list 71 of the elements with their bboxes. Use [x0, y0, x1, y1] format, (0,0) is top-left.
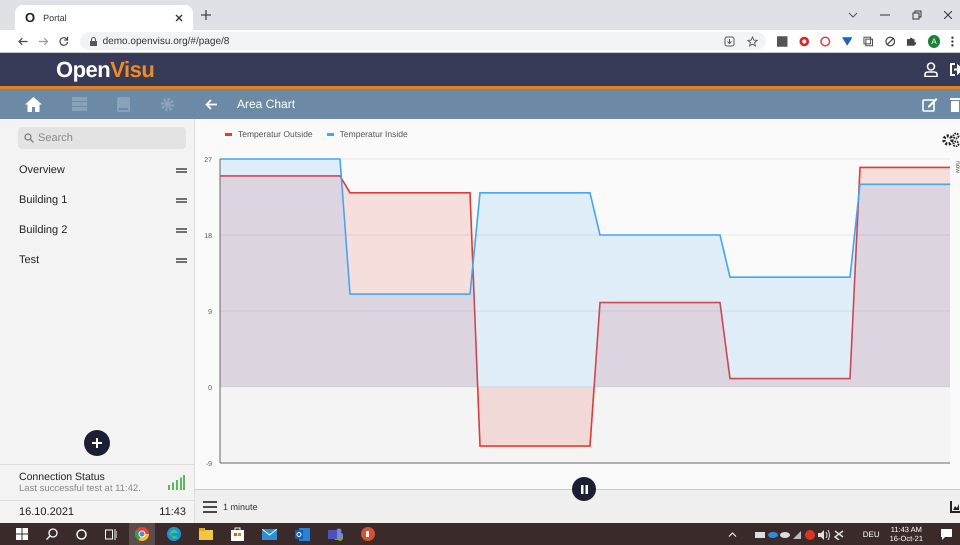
folder-icon[interactable] — [199, 528, 213, 540]
legend-item[interactable]: Temperatur Outside — [225, 129, 313, 139]
sidebar-item[interactable]: Test — [0, 245, 194, 275]
trash-icon[interactable] — [950, 96, 960, 112]
chevron-up-icon[interactable] — [728, 532, 737, 536]
add-button[interactable] — [84, 430, 110, 456]
menu-icon[interactable] — [203, 500, 217, 512]
minimize-icon[interactable] — [880, 14, 890, 16]
page-title: Area Chart — [237, 97, 296, 111]
keyboard-language[interactable]: DEU — [862, 530, 880, 538]
profile-avatar[interactable]: A — [928, 34, 940, 48]
extension-icon[interactable] — [820, 36, 831, 46]
tab-title: Portal — [43, 12, 68, 22]
address-bar[interactable]: demo.openvisu.org/#/page/8 — [80, 32, 766, 50]
drag-handle-icon[interactable] — [176, 198, 187, 202]
extension-icon[interactable] — [863, 36, 874, 46]
browser-app-icon[interactable] — [135, 527, 149, 541]
more-icon[interactable] — [951, 36, 954, 46]
notification-icon[interactable] — [941, 528, 952, 540]
new-tab-icon[interactable] — [201, 10, 211, 20]
browser-tab[interactable]: O Portal — [15, 5, 193, 30]
app-logo: OpenVisu — [56, 56, 154, 82]
connection-status-title: Connection Status — [19, 471, 106, 483]
pause-button[interactable] — [572, 477, 596, 501]
url-text: demo.openvisu.org/#/page/8 — [102, 36, 230, 46]
chevron-down-icon[interactable] — [848, 12, 858, 18]
back-icon[interactable] — [18, 36, 28, 46]
windows-icon[interactable] — [16, 528, 28, 540]
task-view-icon[interactable] — [105, 528, 117, 540]
pause-icon — [580, 484, 588, 494]
home-icon[interactable] — [25, 96, 42, 112]
drag-handle-icon[interactable] — [176, 258, 187, 262]
sidebar-item[interactable]: Overview — [0, 155, 194, 185]
mail-icon[interactable] — [262, 528, 277, 540]
plus-icon — [92, 438, 102, 448]
extension-icon[interactable] — [884, 36, 896, 46]
lock-icon — [90, 36, 97, 46]
store-icon[interactable] — [231, 527, 244, 541]
logout-icon[interactable] — [950, 63, 960, 76]
reload-icon[interactable] — [59, 36, 69, 46]
close-icon[interactable] — [175, 14, 183, 22]
interval-label: 1 minute — [223, 502, 258, 512]
drag-handle-icon[interactable] — [176, 168, 187, 172]
user-icon[interactable] — [924, 62, 938, 77]
legend-item[interactable]: Temperatur Inside — [326, 129, 408, 139]
search-icon — [24, 133, 34, 143]
sidebar-item[interactable]: Building 2 — [0, 215, 194, 245]
star-icon[interactable] — [747, 36, 758, 46]
circle-icon[interactable] — [76, 528, 87, 540]
drag-handle-icon[interactable] — [176, 228, 187, 232]
extension-icon[interactable] — [777, 36, 788, 46]
close-icon[interactable] — [944, 11, 952, 19]
connection-status-detail: Last successful test at 11:42. — [19, 483, 141, 494]
sidebar-item[interactable]: Building 1 — [0, 185, 194, 215]
install-icon[interactable] — [724, 36, 736, 46]
date-text: 16.10.2021 — [19, 506, 74, 518]
time-text: 11:43 — [159, 506, 186, 518]
extension-icon[interactable] — [842, 36, 852, 46]
settings-icon[interactable] — [942, 132, 960, 147]
signal-icon — [168, 475, 185, 490]
search-field[interactable]: Search — [18, 127, 186, 149]
tab-favicon: O — [25, 10, 36, 25]
back-arrow-icon[interactable] — [205, 98, 217, 110]
edit-icon[interactable] — [922, 96, 938, 112]
puzzle-icon[interactable] — [906, 36, 917, 46]
search-icon[interactable] — [46, 528, 58, 540]
tray-icons-drawing[interactable] — [754, 528, 845, 540]
forward-icon[interactable] — [38, 36, 48, 46]
restore-icon[interactable] — [912, 10, 922, 20]
chart-icon[interactable] — [950, 500, 960, 512]
extension-icon[interactable] — [798, 36, 810, 46]
